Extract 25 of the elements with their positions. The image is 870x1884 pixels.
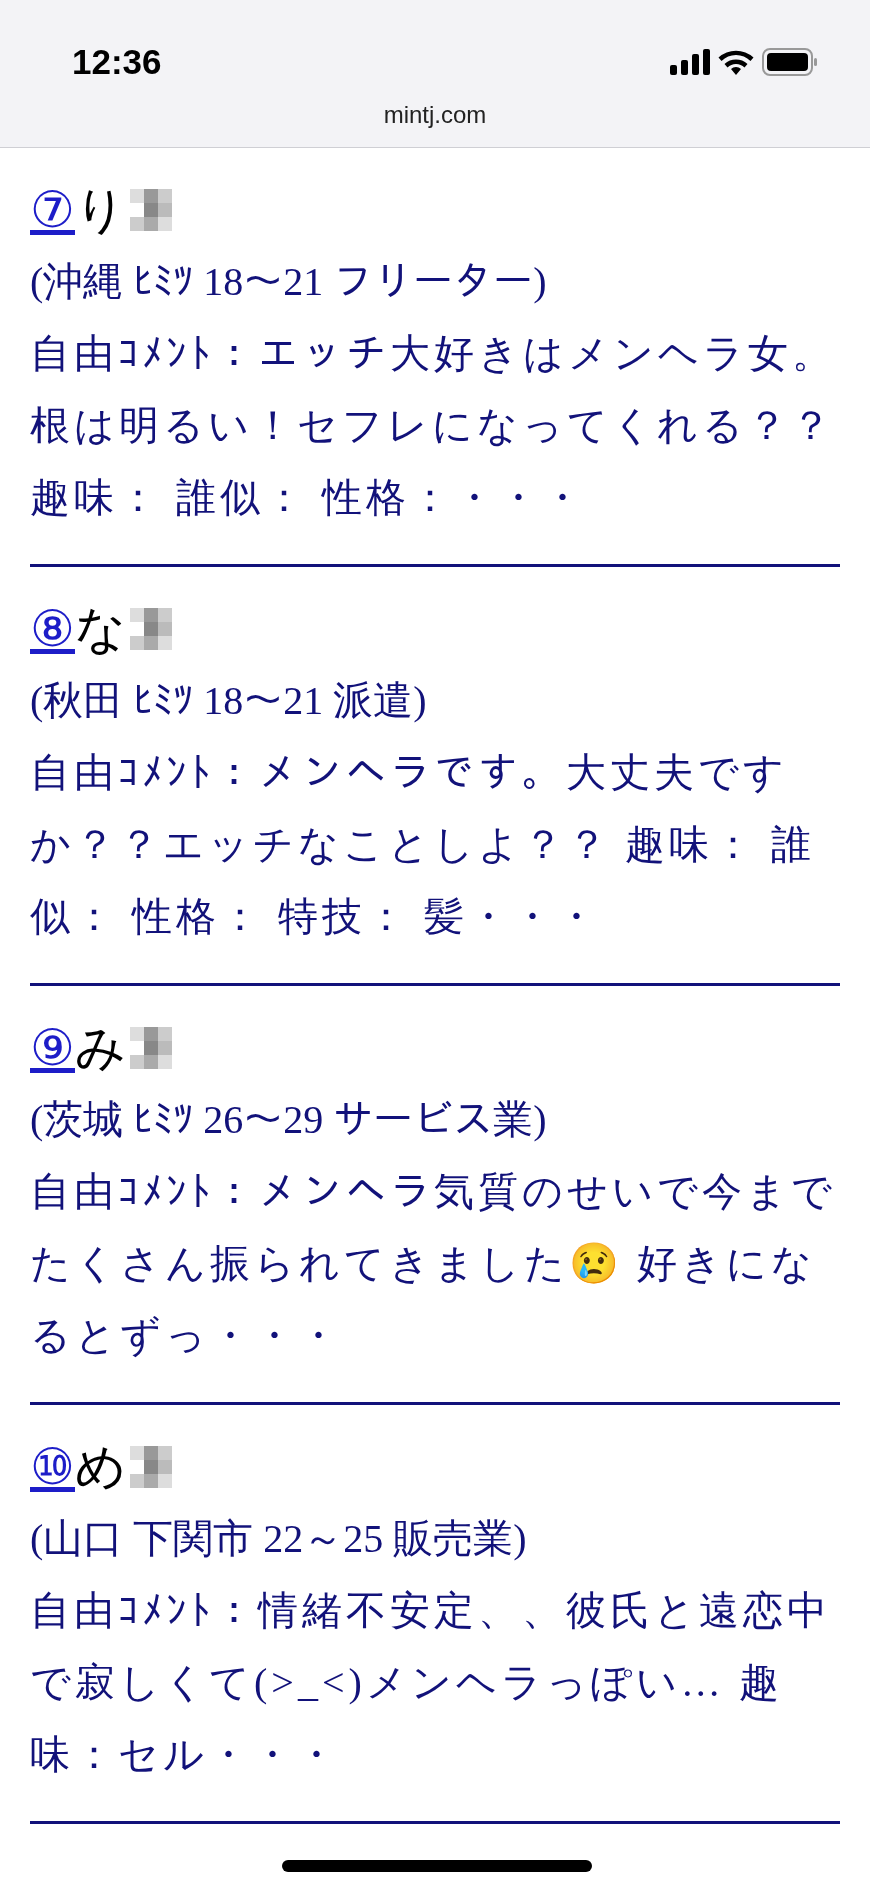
profile-details: (秋田 ﾋﾐﾂ 18～21 派遣) (30, 677, 428, 725)
profile-name: な (75, 604, 126, 654)
profile-name: み (75, 1023, 126, 1073)
battery-icon (762, 48, 818, 77)
profile-name: め (75, 1442, 126, 1492)
profile-link[interactable]: ⑧ (30, 604, 75, 654)
profile-comment: 自由ｺﾒﾝﾄ：メンヘラです。大丈夫ですか？？エッチなことしよ？？ 趣味： 誰似： 性格： 特技： 髪・・・ (30, 749, 816, 941)
url-text: mintj.com (383, 100, 487, 128)
wifi-icon (718, 49, 754, 76)
mosaic-icon (130, 1446, 172, 1488)
clock-time: 12:36 (72, 41, 162, 83)
profile-name: り (75, 185, 126, 235)
profile-comment: 自由ｺﾒﾝﾄ：メンヘラ気質のせいで今までたくさん振られてきました😢 好きになるとずっ・・・ (30, 1168, 837, 1360)
profile-link[interactable]: ⑩ (30, 1442, 75, 1492)
signal-icon (670, 49, 710, 76)
mosaic-icon (130, 189, 172, 231)
mosaic-icon (130, 1027, 172, 1069)
mosaic-icon (130, 608, 172, 650)
profile-details: (山口 下関市 22～25 販売業) (30, 1515, 528, 1563)
profile-comment: 自由ｺﾒﾝﾄ：エッチ大好きはメンヘラ女。根は明るい！セフレになってくれる？？趣味： 誰似： 性格：・・・ (30, 330, 837, 522)
profile-comment: 自由ｺﾒﾝﾄ：情緒不安定、、彼氏と遠恋中で寂しくて(>_<)メンヘラっぽい… 趣味：セル・・・ (30, 1587, 832, 1779)
profile-link[interactable]: ⑨ (30, 1023, 75, 1073)
profile-link[interactable]: ⑦ (30, 185, 75, 235)
profile-details: (茨城 ﾋﾐﾂ 26～29 サービス業) (30, 1096, 548, 1144)
profile-details: (沖縄 ﾋﾐﾂ 18～21 フリーター) (30, 258, 548, 306)
